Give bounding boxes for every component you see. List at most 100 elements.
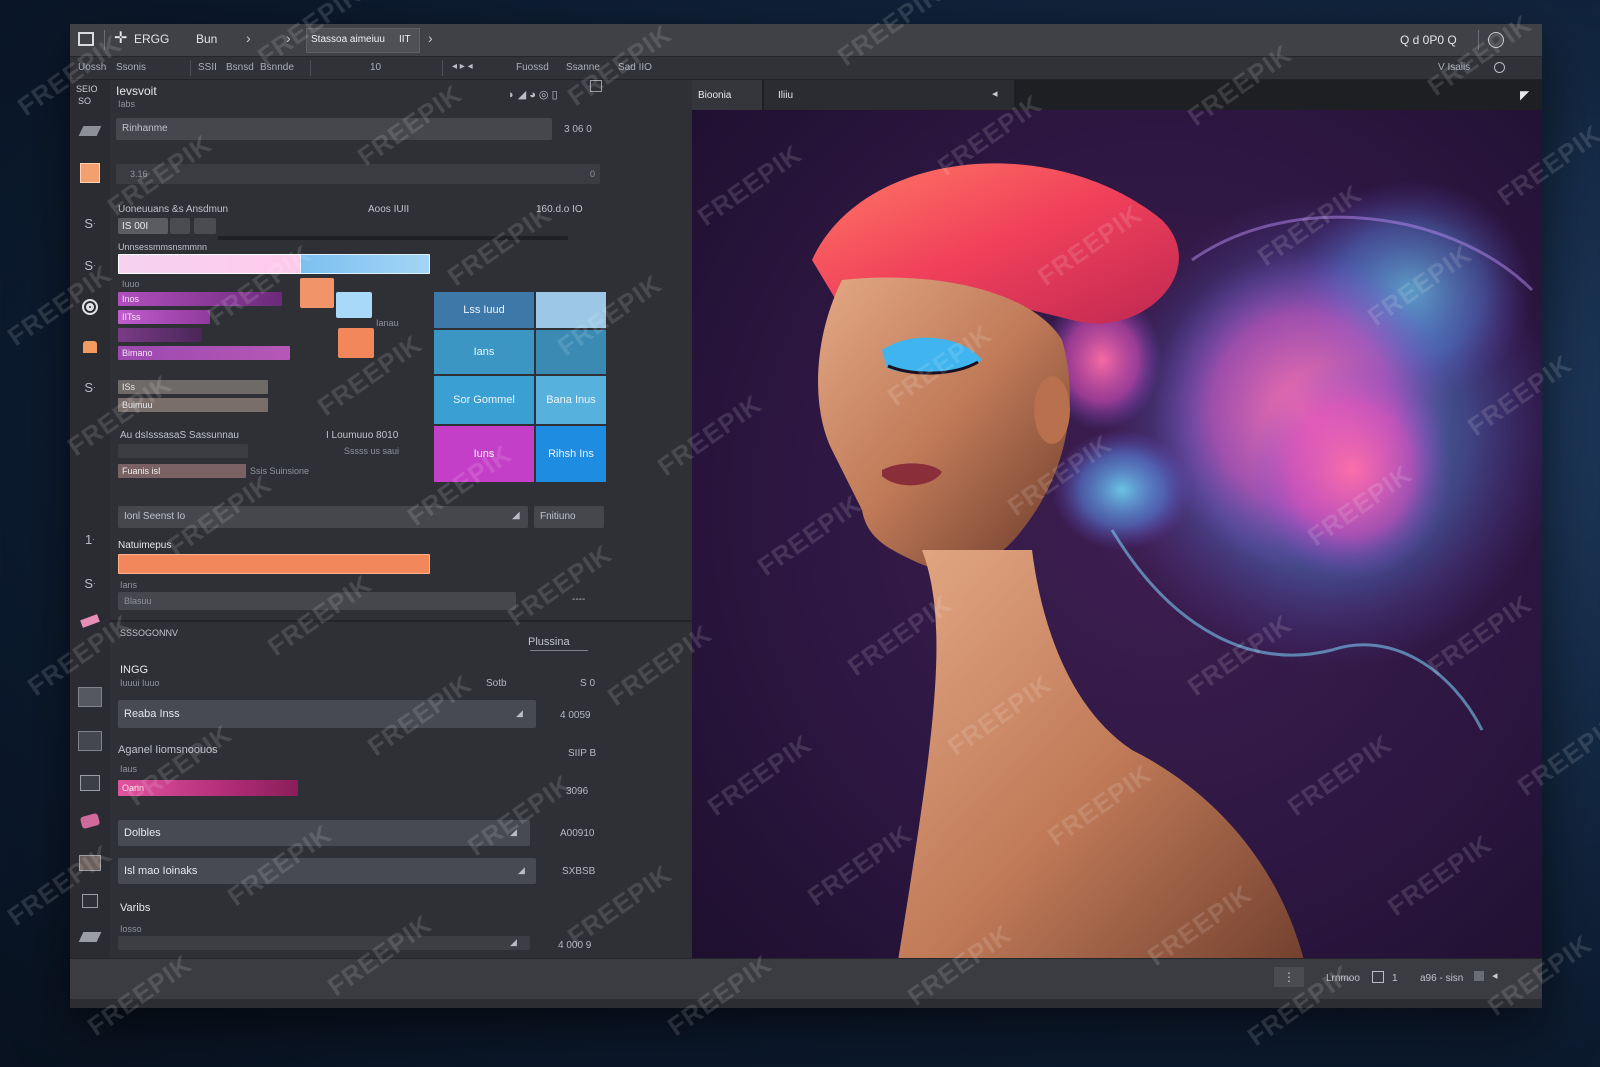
option-item[interactable]: Bsnsd xyxy=(226,62,254,73)
swatch-tool-icon[interactable] xyxy=(76,160,104,186)
select-field[interactable]: Ionl Seenst Io ◢ xyxy=(118,506,528,528)
tile-label: Bana Inus xyxy=(546,394,596,406)
panel-subtitle: Iabs xyxy=(118,99,136,109)
layer-edit-icon[interactable]: ◢ xyxy=(518,865,525,876)
move-tool-icon[interactable]: ✛ xyxy=(114,28,127,48)
chevron-right-icon[interactable]: › xyxy=(428,30,433,46)
layer-row[interactable]: ◢ xyxy=(118,936,530,950)
chip[interactable]: IS 00I xyxy=(118,218,168,234)
layer-thumb-icon[interactable] xyxy=(76,684,104,710)
number-tool-icon[interactable]: 1 · xyxy=(76,526,104,552)
option-item-right[interactable]: V Isaiis xyxy=(1438,62,1470,73)
swatch-orange[interactable] xyxy=(300,278,334,308)
swatch-orange[interactable] xyxy=(338,328,374,358)
text-tool-icon[interactable]: S · xyxy=(76,252,104,278)
menu-item[interactable]: ERGG xyxy=(134,32,169,46)
field-row[interactable]: 3.16 0 xyxy=(116,164,600,184)
option-item[interactable]: 10 xyxy=(370,62,381,73)
layer-thumb-icon[interactable] xyxy=(76,924,104,950)
option-item[interactable]: SSII xyxy=(198,62,217,73)
color-tile[interactable]: Bana Inus xyxy=(536,376,606,424)
align-icon[interactable]: ◂ ▸ ◂ xyxy=(452,61,473,72)
purple-bar[interactable]: IITss xyxy=(118,310,210,324)
field-value: 3 06 0 xyxy=(564,124,592,135)
panel-title: Ievsvoit xyxy=(116,84,157,98)
color-tile[interactable]: Ians xyxy=(434,330,534,374)
brush-tool-icon[interactable] xyxy=(76,118,104,144)
canvas-tab[interactable]: Bioonia xyxy=(692,80,762,110)
option-item[interactable]: Fuossd xyxy=(516,62,549,73)
magenta-bar[interactable]: Oann xyxy=(118,780,298,796)
option-item[interactable]: Ssonis xyxy=(116,62,146,73)
layer-name[interactable]: INGG xyxy=(120,664,148,676)
layer-thumb-icon[interactable] xyxy=(76,770,104,796)
target-tool-icon[interactable] xyxy=(76,294,104,320)
option-item[interactable]: Bsnnde xyxy=(260,62,294,73)
layer-edit-icon[interactable]: ◢ xyxy=(516,708,523,719)
more-icon[interactable]: ⋮ xyxy=(1274,967,1304,987)
layer-row[interactable]: Isl mao Ioinaks ◢ xyxy=(118,858,536,884)
chip[interactable]: Fuanis isI xyxy=(118,464,246,478)
purple-bar[interactable]: Inos xyxy=(118,292,282,306)
layer-edit-icon[interactable]: ◢ xyxy=(510,937,517,948)
color-tile[interactable]: Iuns xyxy=(434,426,534,482)
zoom-icon[interactable]: ◂ xyxy=(1492,969,1498,982)
color-tile[interactable]: Sor Gommel xyxy=(434,376,534,424)
dropdown-icon: ◢ xyxy=(512,510,520,521)
text-tool-icon[interactable]: S · xyxy=(76,570,104,596)
canvas-tab[interactable]: Iliiu ◂ xyxy=(764,80,1014,110)
chip[interactable] xyxy=(194,218,216,234)
text-tool-icon[interactable]: S · xyxy=(76,374,104,400)
purple-bar[interactable] xyxy=(118,328,202,342)
layer-name[interactable]: Varibs xyxy=(120,902,150,914)
swatch-lightblue[interactable] xyxy=(336,292,372,318)
gray-bar[interactable]: ISs xyxy=(118,380,268,394)
field-row[interactable]: Rinhanme xyxy=(116,118,552,140)
document-tab[interactable]: Stassoa aimeiuu IIT xyxy=(306,28,420,53)
color-tile[interactable] xyxy=(536,292,606,328)
layer-edit-icon[interactable]: ◢ xyxy=(510,827,517,838)
option-item[interactable]: Ssanne xyxy=(566,62,600,73)
panel-toolbar-icon[interactable]: ◗ ◢ ◕ ◎ ▯ xyxy=(508,88,558,101)
layer-thumb-icon[interactable] xyxy=(76,850,104,876)
layer-name[interactable]: Aganel Iiomsnoouos xyxy=(118,744,218,756)
layer-value: 4 0059 xyxy=(560,710,591,721)
select-button[interactable]: Fnitiuno xyxy=(534,506,604,528)
orange-bar[interactable] xyxy=(118,554,430,574)
resize-icon[interactable] xyxy=(1474,971,1484,981)
color-tile[interactable]: Lss Iuud xyxy=(434,292,534,328)
tool-label: S xyxy=(84,215,93,231)
panel-menu-icon[interactable] xyxy=(590,80,602,92)
section-title-right[interactable]: Plussina xyxy=(528,636,570,648)
purple-bar[interactable]: Bimano xyxy=(118,346,290,360)
chevron-right-icon[interactable]: › xyxy=(286,30,291,46)
chip[interactable] xyxy=(170,218,190,234)
chevron-right-icon[interactable]: › xyxy=(246,30,251,46)
color-tile[interactable] xyxy=(536,330,606,374)
grid-icon[interactable] xyxy=(1372,971,1384,983)
eraser-tool-icon[interactable] xyxy=(76,608,104,634)
account-icon[interactable] xyxy=(1488,32,1504,48)
option-item[interactable]: Uossh xyxy=(78,62,106,73)
gray-bar-label: ISs xyxy=(122,382,136,392)
field-row[interactable]: Blasuu xyxy=(118,592,516,610)
text-tool-icon[interactable]: S · xyxy=(76,210,104,236)
chevron-left-icon[interactable]: ◂ xyxy=(992,87,998,100)
color-tile[interactable]: Rihsh Ins xyxy=(536,426,606,482)
fill-tool-icon[interactable] xyxy=(76,334,104,360)
settings-icon[interactable] xyxy=(1494,62,1505,73)
image-canvas[interactable]: Bioonia Iliiu ◂ ◤ xyxy=(692,80,1542,998)
gradient-bar-pink[interactable] xyxy=(118,254,302,274)
flag-icon[interactable]: ◤ xyxy=(1520,88,1529,102)
layer-thumb-icon[interactable] xyxy=(76,808,104,834)
layer-thumb-icon[interactable] xyxy=(76,728,104,754)
layer-row[interactable]: Reaba Inss ◢ xyxy=(118,700,536,728)
gradient-bar-blue[interactable] xyxy=(300,254,430,274)
menu-item[interactable]: Bun xyxy=(196,32,217,46)
divider xyxy=(310,60,311,76)
layer-row[interactable]: Dolbles ◢ xyxy=(118,820,530,846)
option-item[interactable]: Sad IIO xyxy=(618,62,652,73)
field-label: Rinhanme xyxy=(122,123,168,134)
layer-thumb-icon[interactable] xyxy=(76,888,104,914)
gray-bar[interactable]: Buimuu xyxy=(118,398,268,412)
